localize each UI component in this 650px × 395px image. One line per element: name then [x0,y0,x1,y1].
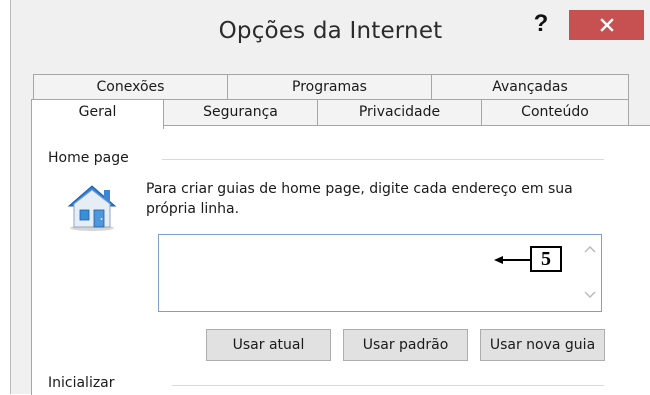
tab-label: Geral [78,104,117,120]
arrow-left-icon [494,256,531,264]
use-new-tab-button[interactable]: Usar nova guia [480,329,605,361]
home-page-group-divider [162,159,604,160]
startup-group-label: Inicializar [48,375,123,391]
scroll-down-icon[interactable] [583,289,597,303]
startup-group-divider [172,385,604,386]
home-page-description: Para criar guias de home page, digite ca… [146,181,573,217]
tab-label: Conexões [96,79,165,95]
help-button[interactable]: ? [519,10,563,38]
tab-label: Programas [292,79,367,95]
tab-label: Avançadas [492,79,568,95]
general-tab-panel: Home page Para criar guias de home page,… [31,125,650,395]
home-page-icon [67,185,117,231]
tab-avancadas[interactable]: Avançadas [431,74,629,100]
help-icon: ? [533,10,549,37]
tab-label: Conteúdo [521,104,589,120]
use-current-button[interactable]: Usar atual [206,329,331,361]
home-page-group-label: Home page [48,150,137,166]
tab-programas[interactable]: Programas [227,74,432,100]
tab-label: Segurança [203,104,278,120]
tab-privacidade[interactable]: Privacidade [317,99,482,126]
tab-conteudo[interactable]: Conteúdo [481,99,629,126]
tab-conexoes[interactable]: Conexões [33,74,228,100]
title-bar: Opções da Internet ? [11,0,650,62]
tab-geral[interactable]: Geral [31,99,164,129]
internet-options-window: Opções da Internet ? Conexões Programas … [10,0,650,395]
use-default-button[interactable]: Usar padrão [343,329,468,361]
scroll-up-icon[interactable] [583,243,597,257]
close-icon [599,18,614,32]
tab-seguranca[interactable]: Segurança [163,99,318,126]
close-button[interactable] [569,10,644,40]
tab-label: Privacidade [358,104,441,120]
callout-number: 5 [530,246,562,272]
